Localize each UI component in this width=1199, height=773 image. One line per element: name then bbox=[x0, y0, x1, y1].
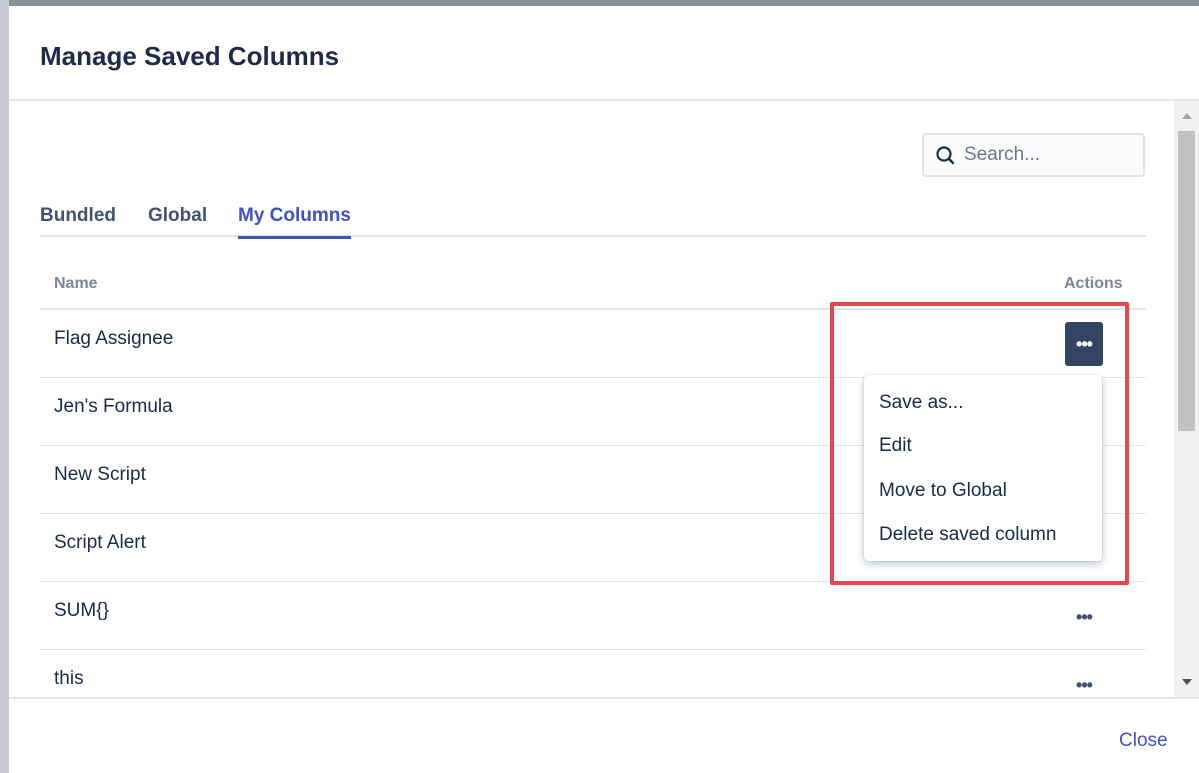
scroll-down-arrow-icon[interactable] bbox=[1182, 679, 1192, 685]
menu-item-edit[interactable]: Edit bbox=[879, 435, 912, 457]
row-name: Jen's Formula bbox=[54, 396, 173, 417]
page-backdrop bbox=[0, 0, 9, 773]
menu-item-delete-saved-column[interactable]: Delete saved column bbox=[879, 524, 1056, 546]
scroll-up-arrow-icon[interactable] bbox=[1182, 113, 1192, 119]
dialog-footer: Close bbox=[9, 697, 1199, 773]
scrollbar[interactable] bbox=[1174, 101, 1199, 697]
search-icon bbox=[936, 146, 955, 165]
row-name: SUM{} bbox=[54, 600, 109, 621]
scrollbar-thumb[interactable] bbox=[1178, 131, 1195, 431]
table-row[interactable]: this ••• bbox=[40, 650, 1146, 697]
dialog-header: Manage Saved Columns bbox=[9, 6, 1199, 101]
tab-global[interactable]: Global bbox=[148, 205, 207, 239]
row-name: Script Alert bbox=[54, 532, 146, 553]
dialog-body: Bundled Global My Columns Name Actions F… bbox=[9, 101, 1199, 697]
manage-saved-columns-dialog: Manage Saved Columns Bundled Global My C… bbox=[9, 6, 1199, 773]
more-actions-button[interactable]: ••• bbox=[1065, 595, 1103, 639]
close-button[interactable]: Close bbox=[1119, 730, 1168, 752]
table-row[interactable]: SUM{} ••• bbox=[40, 582, 1146, 650]
tab-my-columns[interactable]: My Columns bbox=[238, 205, 351, 239]
column-header-actions: Actions bbox=[1064, 275, 1123, 292]
row-name: this bbox=[54, 668, 84, 689]
dialog-title: Manage Saved Columns bbox=[40, 41, 340, 71]
menu-item-move-to-global[interactable]: Move to Global bbox=[879, 480, 1007, 502]
column-tabs: Bundled Global My Columns bbox=[40, 201, 1146, 239]
search-input[interactable] bbox=[964, 135, 1139, 175]
search-field[interactable] bbox=[922, 133, 1145, 177]
column-header-name: Name bbox=[54, 275, 98, 292]
row-name: Flag Assignee bbox=[54, 328, 174, 349]
tab-bundled[interactable]: Bundled bbox=[40, 205, 116, 239]
menu-item-save-as[interactable]: Save as... bbox=[879, 392, 964, 414]
actions-dropdown-menu: Save as... Edit Move to Global Delete sa… bbox=[864, 375, 1102, 561]
more-actions-button[interactable]: ••• bbox=[1065, 663, 1103, 697]
row-name: New Script bbox=[54, 464, 146, 485]
